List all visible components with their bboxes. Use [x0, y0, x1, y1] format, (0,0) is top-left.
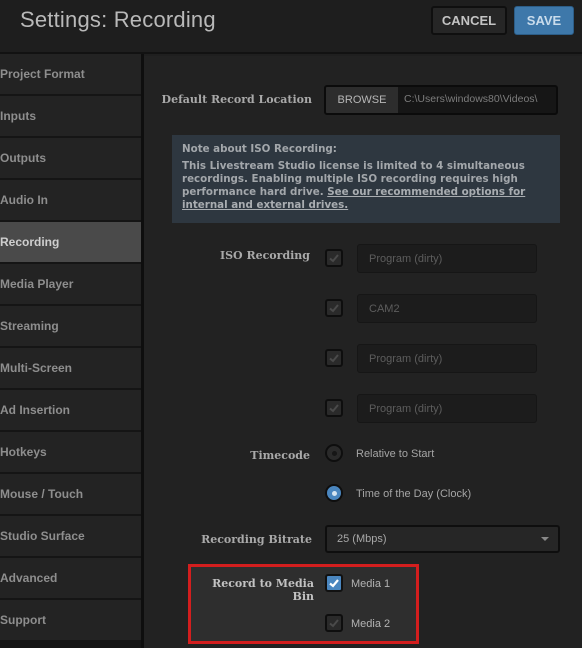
sidebar: Project Format Inputs Outputs Audio In R… [0, 54, 142, 648]
iso-channel-1-source[interactable]: Program (dirty) [357, 244, 537, 273]
record-location-path[interactable]: C:\Users\windows80\Videos\ [404, 93, 537, 105]
iso-note-body: This Livestream Studio license is limite… [182, 160, 550, 212]
sidebar-item-multi-screen[interactable]: Multi-Screen [0, 348, 141, 388]
check-icon [329, 579, 339, 588]
iso-channel-2-source[interactable]: CAM2 [357, 294, 537, 323]
radio-dot [331, 490, 337, 496]
timecode-clock-label[interactable]: Time of the Day (Clock) [356, 488, 471, 500]
iso-channel-1-checkbox[interactable] [325, 249, 343, 267]
timecode-clock-radio[interactable] [325, 484, 343, 502]
check-icon [329, 404, 339, 413]
sidebar-item-support[interactable]: Support [0, 600, 141, 640]
bitrate-value: 25 (Mbps) [337, 533, 387, 545]
iso-note-title: Note about ISO Recording: [182, 143, 337, 155]
sidebar-item-project-format[interactable]: Project Format [0, 54, 141, 94]
check-icon [329, 354, 339, 363]
media-bin-label: Record to Media Bin [212, 577, 314, 603]
iso-channel-4-source[interactable]: Program (dirty) [357, 394, 537, 423]
sidebar-item-inputs[interactable]: Inputs [0, 96, 141, 136]
media-1-label[interactable]: Media 1 [351, 578, 390, 590]
iso-channel-2-checkbox[interactable] [325, 299, 343, 317]
cancel-button[interactable]: CANCEL [431, 6, 507, 35]
bitrate-label: Recording Bitrate [201, 533, 312, 546]
check-icon [329, 254, 339, 263]
save-button[interactable]: SAVE [514, 6, 574, 35]
iso-recording-label: ISO Recording [219, 249, 310, 262]
sidebar-item-advanced[interactable]: Advanced [0, 558, 141, 598]
header: Settings: Recording CANCEL SAVE [0, 0, 582, 54]
sidebar-item-streaming[interactable]: Streaming [0, 306, 141, 346]
iso-channel-3-source[interactable]: Program (dirty) [357, 344, 537, 373]
media-2-checkbox[interactable] [325, 614, 343, 632]
sidebar-item-mouse-touch[interactable]: Mouse / Touch [0, 474, 141, 514]
timecode-label: Timecode [250, 449, 310, 462]
sidebar-item-recording[interactable]: Recording [0, 222, 141, 262]
sidebar-item-audio-in[interactable]: Audio In [0, 180, 141, 220]
radio-dot [331, 450, 337, 456]
browse-button[interactable]: BROWSE [326, 87, 398, 113]
page-title: Settings: Recording [20, 7, 216, 32]
sidebar-item-ad-insertion[interactable]: Ad Insertion [0, 390, 141, 430]
check-icon [329, 304, 339, 313]
bitrate-select[interactable]: 25 (Mbps) [325, 525, 560, 553]
record-location-label: Default Record Location [161, 93, 312, 106]
sidebar-item-media-player[interactable]: Media Player [0, 264, 141, 304]
iso-channel-4-checkbox[interactable] [325, 399, 343, 417]
media-bin-highlight [188, 564, 419, 644]
chevron-down-icon [541, 537, 549, 541]
timecode-relative-label[interactable]: Relative to Start [356, 448, 434, 460]
iso-note: Note about ISO Recording: This Livestrea… [172, 135, 560, 223]
sidebar-item-outputs[interactable]: Outputs [0, 138, 141, 178]
media-2-label[interactable]: Media 2 [351, 618, 390, 630]
sidebar-item-studio-surface[interactable]: Studio Surface [0, 516, 141, 556]
media-1-checkbox[interactable] [325, 574, 343, 592]
check-icon [329, 619, 339, 628]
record-location-control: BROWSE C:\Users\windows80\Videos\ [324, 85, 558, 115]
sidebar-item-hotkeys[interactable]: Hotkeys [0, 432, 141, 472]
timecode-relative-radio[interactable] [325, 444, 343, 462]
iso-channel-3-checkbox[interactable] [325, 349, 343, 367]
